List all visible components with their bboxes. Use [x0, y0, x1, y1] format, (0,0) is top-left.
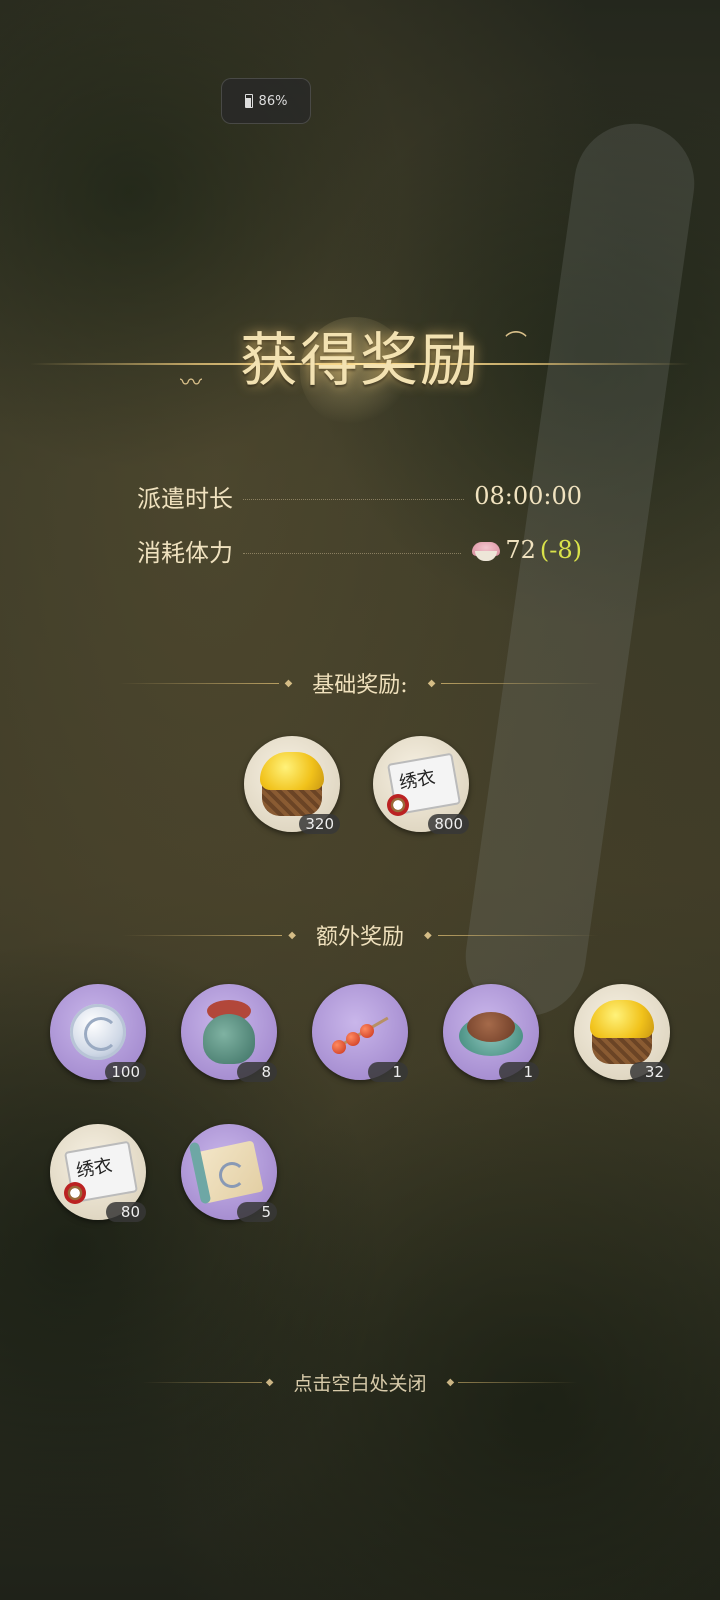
dotted-leader	[243, 498, 465, 500]
battery-icon	[244, 94, 253, 108]
reward-item[interactable]: 8	[181, 984, 277, 1082]
divider-line	[122, 934, 283, 936]
reward-item[interactable]: 32	[574, 984, 670, 1082]
diamond-ornament-icon: ◆	[288, 929, 296, 941]
extra-rewards-title: 额外奖励	[315, 925, 404, 950]
diamond-ornament-icon: ◆	[424, 929, 432, 941]
reward-count: 5	[237, 1202, 277, 1222]
reward-item[interactable]: 1	[443, 984, 539, 1082]
page-title: 获得奖励	[239, 326, 480, 394]
stamina-cost-row: 消耗体力 72 (-8)	[137, 530, 582, 570]
basic-rewards-title: 基础奖励:	[312, 673, 408, 698]
close-hint-text: 点击空白处关闭	[293, 1372, 427, 1395]
reward-item[interactable]: 5	[181, 1124, 277, 1222]
map-road	[457, 116, 703, 1024]
dotted-leader	[243, 552, 462, 554]
stamina-amount: 72	[505, 536, 536, 564]
stamina-cost-value: 72 (-8)	[471, 536, 582, 564]
reward-count: 8	[237, 1062, 277, 1082]
reward-count: 100	[105, 1062, 146, 1082]
stamina-delta: (-8)	[539, 536, 582, 564]
reward-count: 320	[299, 814, 340, 834]
diamond-ornament-icon: ◆	[265, 1376, 274, 1388]
divider-line	[458, 1381, 579, 1383]
divider-line	[437, 934, 598, 936]
dispatch-duration-row: 派遣时长 08:00:00	[137, 476, 582, 516]
reward-count: 1	[368, 1062, 408, 1082]
reward-item[interactable]: 100	[50, 984, 146, 1082]
dispatch-duration-label: 派遣时长	[137, 484, 233, 513]
basic-rewards-header: ◆ 基础奖励: ◆	[0, 668, 720, 698]
close-hint[interactable]: ◆ 点击空白处关闭 ◆	[0, 1367, 720, 1397]
reward-count: 1	[499, 1062, 539, 1082]
extra-rewards-header: ◆ 额外奖励 ◆	[0, 920, 720, 950]
reward-count: 80	[106, 1202, 146, 1222]
battery-percent: 86%	[258, 93, 288, 109]
reward-item[interactable]: 320	[244, 736, 340, 834]
divider-line	[118, 682, 279, 684]
diamond-ornament-icon: ◆	[446, 1376, 455, 1388]
divider-line	[141, 1381, 262, 1383]
stamina-bowl-icon	[471, 539, 501, 561]
reward-item[interactable]: 1	[312, 984, 408, 1082]
reward-count: 800	[428, 814, 469, 834]
battery-indicator: 86%	[221, 78, 311, 124]
diamond-ornament-icon: ◆	[284, 677, 293, 689]
divider-line	[441, 682, 602, 684]
reward-item[interactable]: 绣衣 800	[373, 736, 469, 834]
reward-item[interactable]: 绣衣 80	[50, 1124, 146, 1222]
dispatch-duration-value: 08:00:00	[474, 482, 582, 510]
title-banner: 〰 ⌒ 获得奖励	[0, 295, 720, 427]
stamina-cost-label: 消耗体力	[137, 538, 233, 567]
reward-count: 32	[630, 1062, 670, 1082]
diamond-ornament-icon: ◆	[427, 677, 436, 689]
